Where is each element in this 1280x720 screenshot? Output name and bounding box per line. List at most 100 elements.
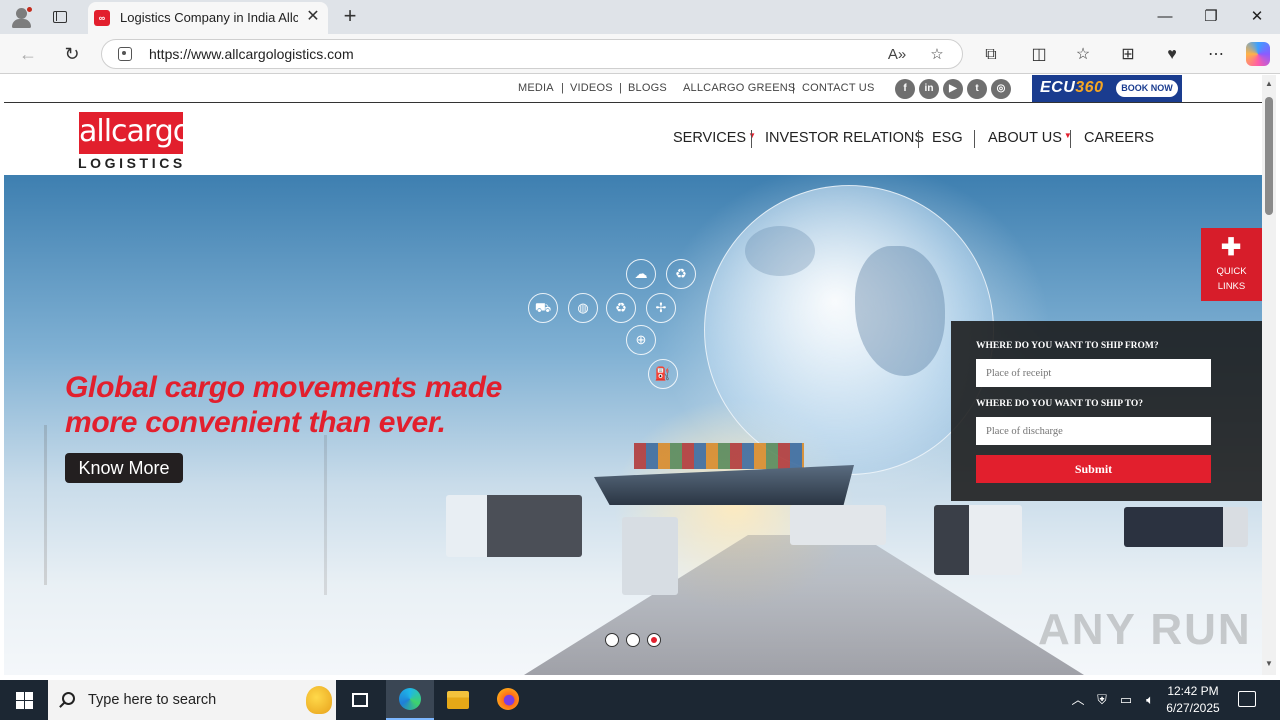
nav-link-allcargo-greens[interactable]: ALLCARGO GREENS (683, 82, 795, 94)
browser-tab-bar: ∞ Logistics Company in India Allcargo ✕ … (0, 0, 1280, 34)
nav-link-contact-us[interactable]: CONTACT US (802, 82, 875, 94)
browser-tab-active[interactable]: ∞ Logistics Company in India Allcargo ✕ (88, 2, 328, 34)
site-favicon-icon: ∞ (94, 10, 110, 26)
truck-image (934, 505, 1022, 575)
truck-image (622, 517, 678, 595)
collections-icon[interactable]: ⊞ (1116, 43, 1140, 67)
taskbar-clock[interactable]: 12:42 PM 6/27/2025 (1158, 683, 1228, 717)
background-crane (324, 435, 384, 595)
new-tab-button[interactable]: + (338, 4, 362, 28)
page-scrollbar[interactable]: ▲ ▼ (1262, 75, 1276, 675)
know-more-button[interactable]: Know More (65, 453, 183, 483)
earth-icon: ◍ (568, 293, 598, 323)
address-bar[interactable]: https://www.allcargologistics.com A» ☆ (101, 39, 963, 69)
scrollbar-thumb[interactable] (1265, 97, 1273, 215)
truck-image (1124, 507, 1248, 547)
favorites-icon[interactable]: ☆ (1071, 43, 1095, 67)
truck-image (446, 495, 582, 557)
submit-button[interactable]: Submit (976, 455, 1211, 483)
recycle-icon: ♻ (666, 259, 696, 289)
read-aloud-icon[interactable]: A» (886, 44, 908, 66)
facebook-icon[interactable]: f (895, 79, 915, 99)
close-window-button[interactable]: ✕ (1234, 0, 1280, 34)
volume-icon[interactable]: 🔈︎ (1140, 680, 1160, 720)
copilot-icon[interactable] (1246, 42, 1270, 66)
split-screen-icon[interactable]: ◫ (1027, 43, 1051, 67)
scroll-up-icon[interactable]: ▲ (1264, 79, 1274, 88)
quick-links-button[interactable]: ✚ QUICK LINKS (1201, 228, 1262, 301)
extensions-icon[interactable]: ⧉ (979, 43, 1003, 67)
back-arrow-icon[interactable]: ← (16, 42, 40, 66)
close-tab-icon[interactable]: ✕ (304, 8, 322, 26)
scroll-down-icon[interactable]: ▼ (1264, 659, 1274, 668)
dropdown-caret-icon: ▼ (748, 131, 756, 140)
shipment-form: WHERE DO YOU WANT TO SHIP FROM? WHERE DO… (951, 321, 1262, 501)
ecu360-banner[interactable]: ECU360 BOOK NOW (1032, 75, 1182, 102)
place-of-receipt-input[interactable] (976, 359, 1211, 387)
address-toolbar: ← ↻ https://www.allcargologistics.com A»… (0, 34, 1280, 74)
nav-link-videos[interactable]: VIDEOS (570, 82, 613, 94)
nav-divider (1070, 130, 1071, 148)
nav-services[interactable]: SERVICES ▼ (673, 130, 756, 146)
youtube-icon[interactable]: ▶ (943, 79, 963, 99)
refresh-icon[interactable]: ↻ (60, 42, 84, 66)
place-of-discharge-input[interactable] (976, 417, 1211, 445)
container-stack-image (634, 443, 804, 469)
nav-investor-relations[interactable]: INVESTOR RELATIONS (765, 130, 924, 146)
tab-title: Logistics Company in India Allcargo (120, 10, 298, 25)
hero-headline: Global cargo movements made more conveni… (65, 370, 502, 440)
notification-icon[interactable] (1238, 691, 1256, 707)
nav-esg[interactable]: ESG (932, 130, 963, 146)
task-view-button[interactable] (336, 680, 384, 720)
site-info-icon[interactable] (118, 47, 132, 61)
profile-icon[interactable] (10, 6, 34, 28)
security-icon[interactable]: ⛨ (1092, 680, 1112, 720)
firefox-icon (497, 688, 519, 710)
clock-date: 6/27/2025 (1166, 701, 1220, 715)
truck-image (790, 505, 886, 545)
start-button[interactable] (0, 680, 48, 720)
nav-link-media[interactable]: MEDIA (518, 82, 554, 94)
tab-actions-icon[interactable] (50, 8, 70, 26)
quick-links-label: QUICK LINKS (1201, 264, 1262, 294)
nav-divider (974, 130, 975, 148)
hero-headline-line-1: Global cargo movements made (65, 371, 503, 404)
nav-divider (751, 130, 752, 148)
slider-dot-1[interactable] (605, 633, 619, 647)
taskbar-edge[interactable] (386, 680, 434, 720)
nav-separator: | (792, 82, 795, 94)
browser-essentials-icon[interactable]: ♥ (1160, 43, 1184, 67)
nav-divider (918, 130, 919, 148)
book-now-button[interactable]: BOOK NOW (1116, 80, 1178, 97)
co2-icon: ☁ (626, 259, 656, 289)
plus-icon: ✚ (1221, 234, 1242, 261)
slider-dot-3-active[interactable] (647, 633, 661, 647)
nav-link-blogs[interactable]: BLOGS (628, 82, 667, 94)
ship-from-label: WHERE DO YOU WANT TO SHIP FROM? (976, 341, 1159, 351)
ship-to-label: WHERE DO YOU WANT TO SHIP TO? (976, 399, 1144, 409)
favorite-star-icon[interactable]: ☆ (926, 44, 948, 66)
task-view-icon (352, 693, 368, 707)
nav-about-label: ABOUT US (988, 130, 1062, 146)
quick-links-line-2: LINKS (1217, 281, 1246, 292)
nav-services-label: SERVICES (673, 130, 747, 146)
show-hidden-icons[interactable]: ︿ (1068, 680, 1088, 720)
linkedin-icon[interactable]: in (919, 79, 939, 99)
nav-about-us[interactable]: ABOUT US ▼ (988, 130, 1072, 146)
url-text[interactable]: https://www.allcargologistics.com (149, 46, 354, 62)
taskbar-search-box[interactable]: Type here to search (48, 680, 336, 720)
taskbar-firefox[interactable] (484, 680, 532, 720)
minimize-button[interactable]: — (1142, 0, 1188, 34)
allcargo-logo[interactable]: allcargo (79, 112, 191, 154)
restore-button[interactable]: ❐ (1188, 0, 1234, 34)
more-menu-icon[interactable]: ⋯ (1204, 43, 1228, 67)
taskbar-file-explorer[interactable] (434, 680, 482, 720)
truck-icon: ⛟ (528, 293, 558, 323)
nav-careers[interactable]: CAREERS (1084, 130, 1154, 146)
fuel-icon: ⛽ (648, 359, 678, 389)
instagram-icon[interactable]: ◎ (991, 79, 1011, 99)
network-icon[interactable]: ▭ (1116, 680, 1136, 720)
twitter-icon[interactable]: t (967, 79, 987, 99)
slider-dot-2[interactable] (626, 633, 640, 647)
wind-turbine-icon: ✢ (646, 293, 676, 323)
